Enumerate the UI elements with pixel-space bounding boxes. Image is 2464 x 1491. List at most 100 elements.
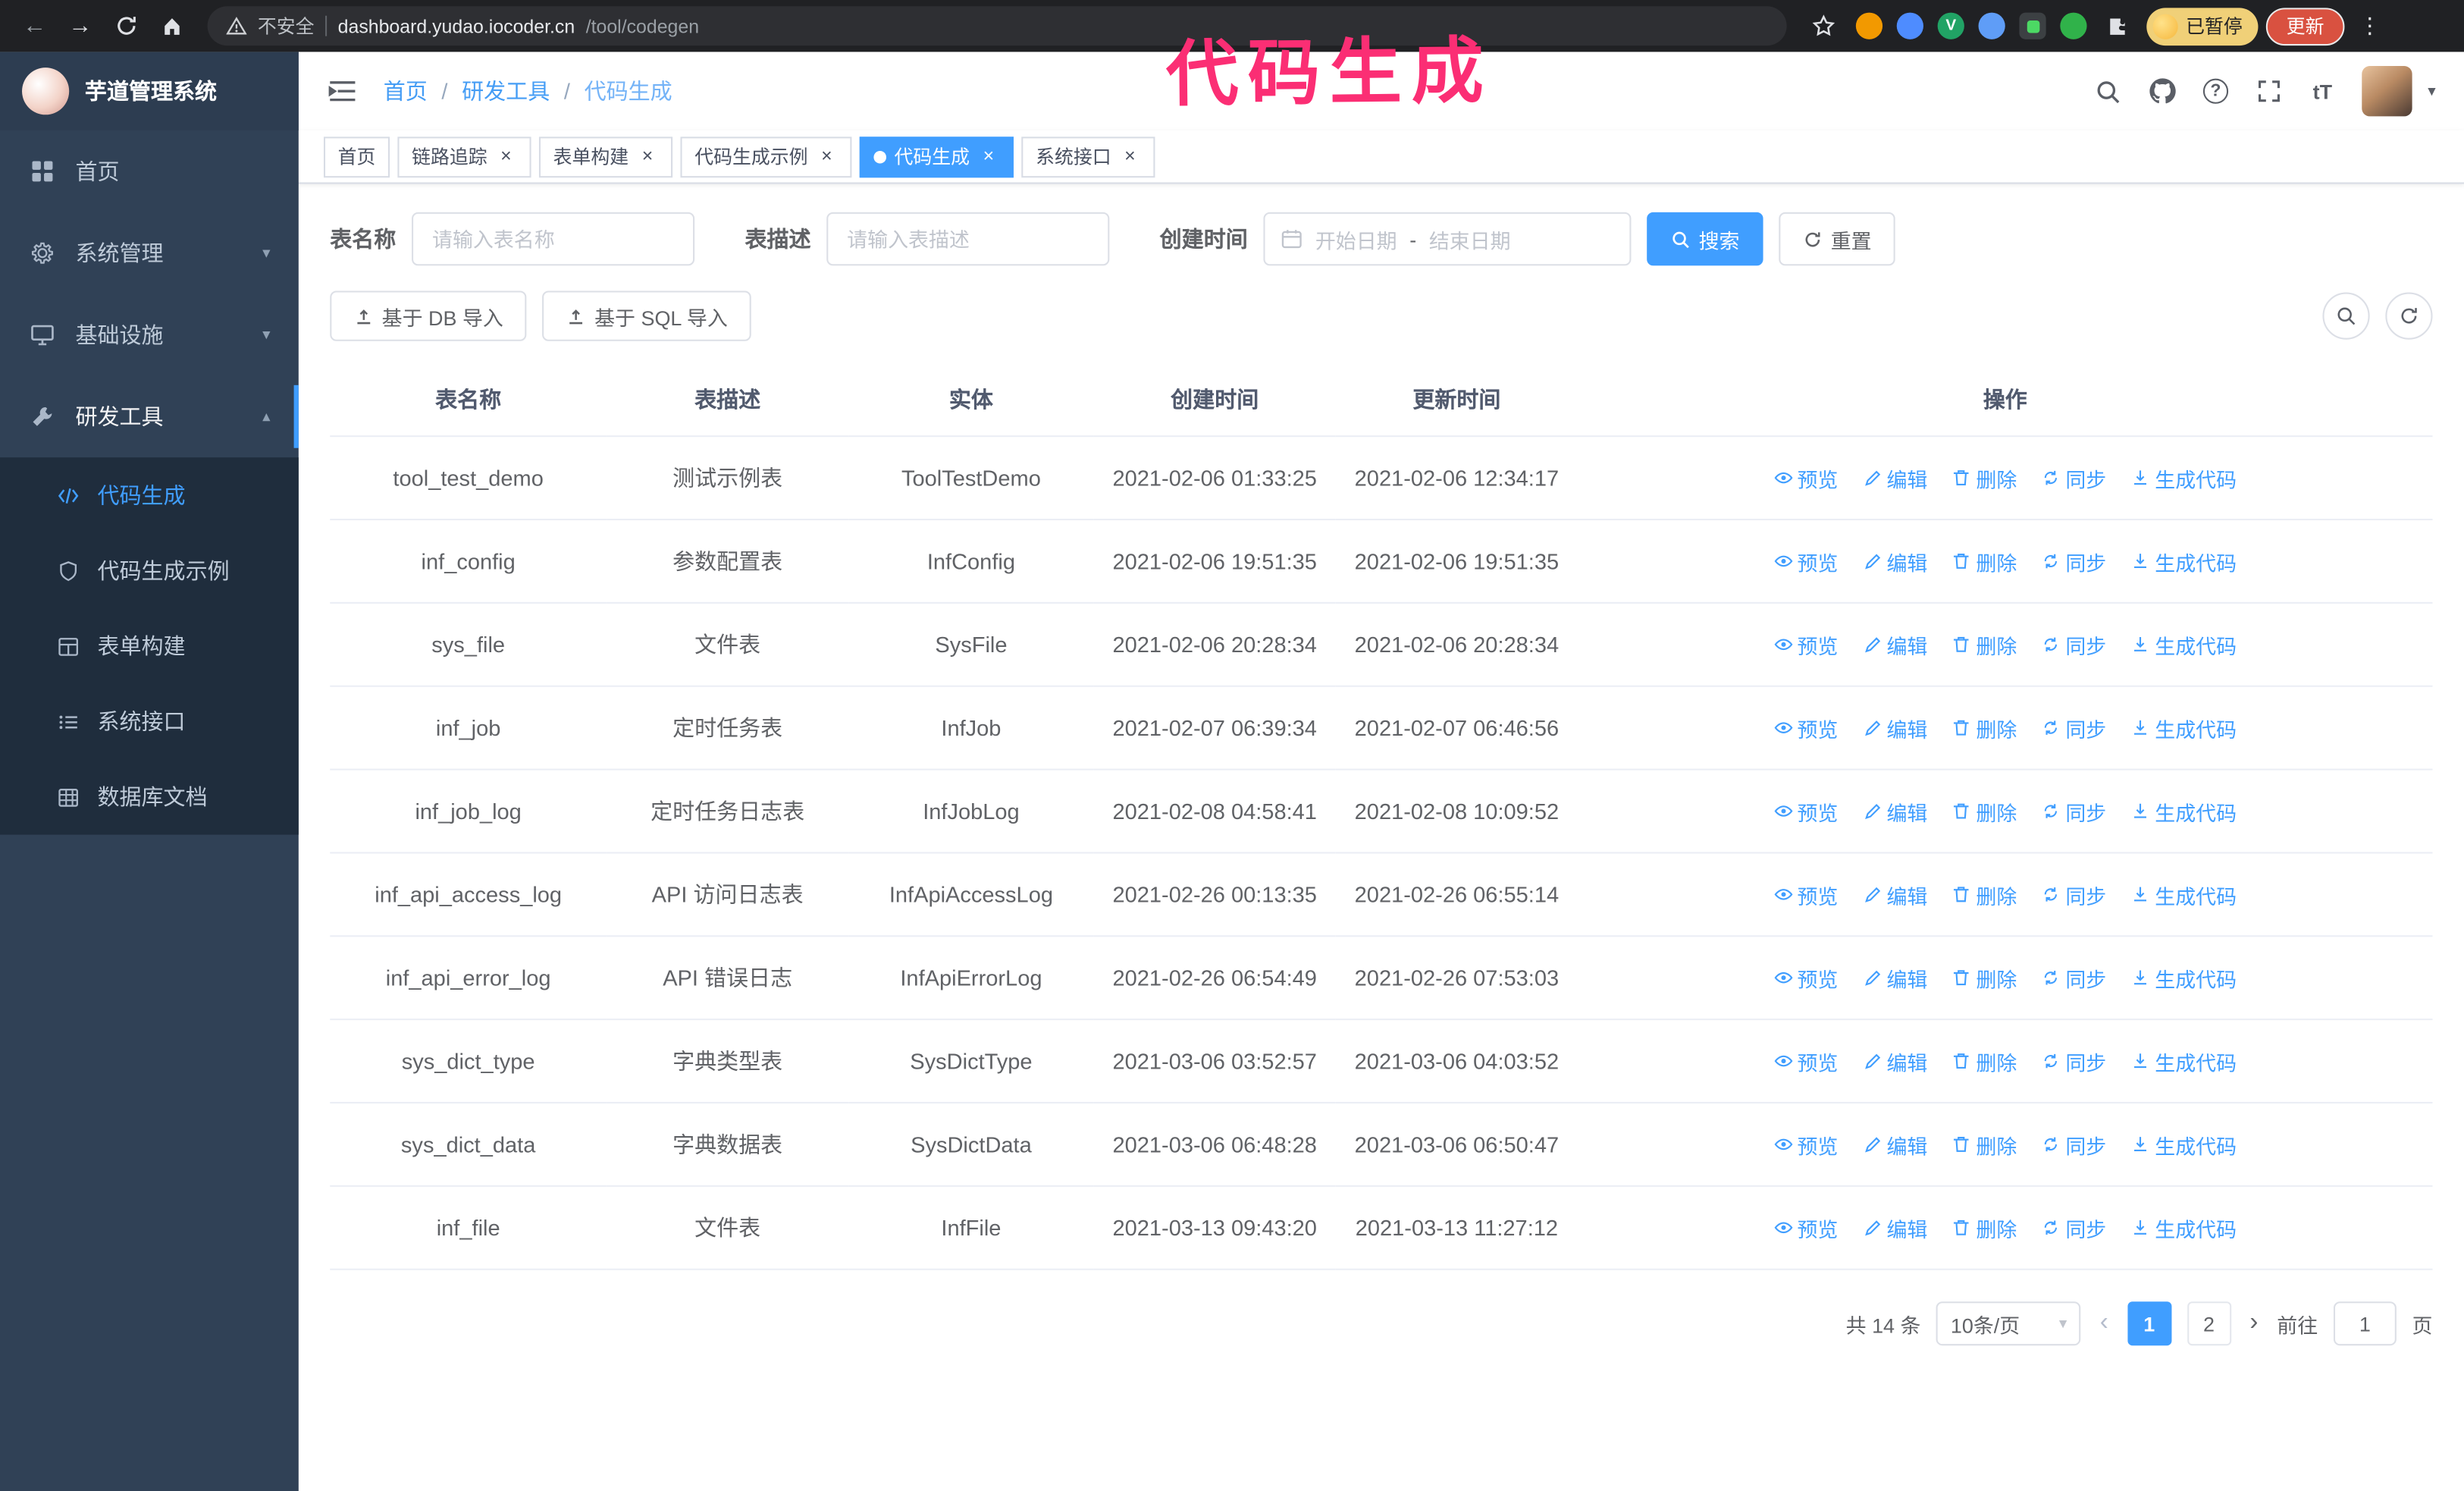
sync-link[interactable]: 同步 — [2042, 796, 2106, 826]
generate-code-link[interactable]: 生成代码 — [2131, 629, 2237, 659]
sidebar-item-db-doc[interactable]: 数据库文档 — [0, 759, 299, 834]
profile-chip[interactable]: 已暂停 — [2146, 7, 2259, 46]
delete-link[interactable]: 删除 — [1952, 796, 2017, 826]
sync-link[interactable]: 同步 — [2042, 463, 2106, 492]
reset-button[interactable]: 重置 — [1779, 212, 1895, 266]
hamburger-icon[interactable] — [327, 75, 358, 106]
fullscreen-icon[interactable] — [2255, 77, 2283, 105]
close-icon[interactable]: × — [816, 145, 838, 168]
tab-codegen[interactable]: 代码生成 × — [859, 136, 1014, 177]
extension-icon-5[interactable] — [2060, 12, 2087, 39]
preview-link[interactable]: 预览 — [1773, 1046, 1838, 1075]
sync-link[interactable]: 同步 — [2042, 1213, 2106, 1242]
browser-menu-icon[interactable]: ⋮ — [2353, 13, 2387, 39]
edit-link[interactable]: 编辑 — [1863, 1213, 1927, 1242]
generate-code-link[interactable]: 生成代码 — [2131, 463, 2237, 492]
sync-link[interactable]: 同步 — [2042, 1046, 2106, 1075]
generate-code-link[interactable]: 生成代码 — [2131, 546, 2237, 576]
tab-form-builder[interactable]: 表单构建 × — [539, 136, 673, 177]
delete-link[interactable]: 删除 — [1952, 1129, 2017, 1159]
back-icon[interactable]: ← — [16, 7, 54, 45]
avatar-caret-icon[interactable]: ▾ — [2428, 83, 2435, 100]
browser-update-button[interactable]: 更新 — [2265, 7, 2345, 46]
sidebar-item-system[interactable]: 系统管理 ▾ — [0, 212, 299, 294]
date-range-picker[interactable]: 开始日期 - 结束日期 — [1263, 212, 1632, 266]
address-bar[interactable]: 不安全 dashboard.yudao.iocoder.cn/tool/code… — [207, 6, 1787, 46]
table-desc-input[interactable] — [826, 212, 1110, 266]
generate-code-link[interactable]: 生成代码 — [2131, 963, 2237, 993]
github-icon[interactable] — [2148, 77, 2176, 105]
page-button-1[interactable]: 1 — [2127, 1301, 2171, 1346]
generate-code-link[interactable]: 生成代码 — [2131, 713, 2237, 742]
sync-link[interactable]: 同步 — [2042, 713, 2106, 742]
preview-link[interactable]: 预览 — [1773, 629, 1838, 659]
next-page-icon[interactable]: › — [2246, 1310, 2261, 1338]
generate-code-link[interactable]: 生成代码 — [2131, 1129, 2237, 1159]
import-sql-button[interactable]: 基于 SQL 导入 — [542, 290, 751, 341]
extension-icon-3[interactable] — [1978, 12, 2005, 39]
generate-code-link[interactable]: 生成代码 — [2131, 1046, 2237, 1075]
extension-icon-2[interactable] — [1896, 12, 1923, 39]
reload-icon[interactable] — [107, 7, 145, 45]
edit-link[interactable]: 编辑 — [1863, 546, 1927, 576]
close-icon[interactable]: × — [637, 145, 659, 168]
user-avatar[interactable] — [2362, 66, 2412, 117]
delete-link[interactable]: 删除 — [1952, 880, 2017, 909]
preview-link[interactable]: 预览 — [1773, 463, 1838, 492]
help-icon[interactable]: ? — [2202, 77, 2230, 105]
close-icon[interactable]: × — [977, 145, 999, 168]
sync-link[interactable]: 同步 — [2042, 1129, 2106, 1159]
edit-link[interactable]: 编辑 — [1863, 629, 1927, 659]
edit-link[interactable]: 编辑 — [1863, 1129, 1927, 1159]
toggle-search-button[interactable] — [2322, 292, 2370, 340]
generate-code-link[interactable]: 生成代码 — [2131, 1213, 2237, 1242]
edit-link[interactable]: 编辑 — [1863, 1046, 1927, 1075]
sidebar-item-codegen-example[interactable]: 代码生成示例 — [0, 533, 299, 608]
page-size-select[interactable]: 10条/页 ▾ — [1936, 1301, 2081, 1346]
preview-link[interactable]: 预览 — [1773, 1129, 1838, 1159]
home-icon[interactable] — [152, 7, 190, 45]
close-icon[interactable]: × — [495, 145, 517, 168]
edit-link[interactable]: 编辑 — [1863, 963, 1927, 993]
edit-link[interactable]: 编辑 — [1863, 796, 1927, 826]
generate-code-link[interactable]: 生成代码 — [2131, 880, 2237, 909]
preview-link[interactable]: 预览 — [1773, 880, 1838, 909]
refresh-table-button[interactable] — [2385, 292, 2433, 340]
tab-home[interactable]: 首页 — [323, 136, 390, 177]
sync-link[interactable]: 同步 — [2042, 546, 2106, 576]
delete-link[interactable]: 删除 — [1952, 713, 2017, 742]
sync-link[interactable]: 同步 — [2042, 880, 2106, 909]
font-size-icon[interactable]: tT — [2309, 77, 2337, 105]
tab-system-api[interactable]: 系统接口 × — [1021, 136, 1155, 177]
generate-code-link[interactable]: 生成代码 — [2131, 796, 2237, 826]
sidebar-item-infrastructure[interactable]: 基础设施 ▾ — [0, 294, 299, 376]
table-name-input[interactable] — [412, 212, 695, 266]
delete-link[interactable]: 删除 — [1952, 1213, 2017, 1242]
forward-icon[interactable]: → — [61, 7, 99, 45]
breadcrumb-home[interactable]: 首页 — [384, 75, 428, 106]
sidebar-item-form-builder[interactable]: 表单构建 — [0, 608, 299, 683]
delete-link[interactable]: 删除 — [1952, 963, 2017, 993]
extension-icon-1[interactable] — [1855, 12, 1883, 39]
edit-link[interactable]: 编辑 — [1863, 713, 1927, 742]
delete-link[interactable]: 删除 — [1952, 629, 2017, 659]
tab-tracing[interactable]: 链路追踪 × — [397, 136, 531, 177]
sidebar-item-codegen[interactable]: 代码生成 — [0, 457, 299, 532]
preview-link[interactable]: 预览 — [1773, 713, 1838, 742]
close-icon[interactable]: × — [1119, 145, 1141, 168]
breadcrumb-dev-tools[interactable]: 研发工具 — [462, 75, 550, 106]
page-button-2[interactable]: 2 — [2187, 1301, 2231, 1346]
edit-link[interactable]: 编辑 — [1863, 880, 1927, 909]
preview-link[interactable]: 预览 — [1773, 963, 1838, 993]
preview-link[interactable]: 预览 — [1773, 1213, 1838, 1242]
delete-link[interactable]: 删除 — [1952, 1046, 2017, 1075]
delete-link[interactable]: 删除 — [1952, 546, 2017, 576]
search-button[interactable]: 搜索 — [1647, 212, 1763, 266]
sidebar-item-dev-tools[interactable]: 研发工具 ▴ — [0, 375, 299, 457]
edit-link[interactable]: 编辑 — [1863, 463, 1927, 492]
extensions-puzzle-icon[interactable] — [2101, 10, 2132, 41]
sync-link[interactable]: 同步 — [2042, 963, 2106, 993]
sidebar-item-home[interactable]: 首页 — [0, 130, 299, 212]
sync-link[interactable]: 同步 — [2042, 629, 2106, 659]
goto-page-input[interactable] — [2333, 1301, 2397, 1346]
